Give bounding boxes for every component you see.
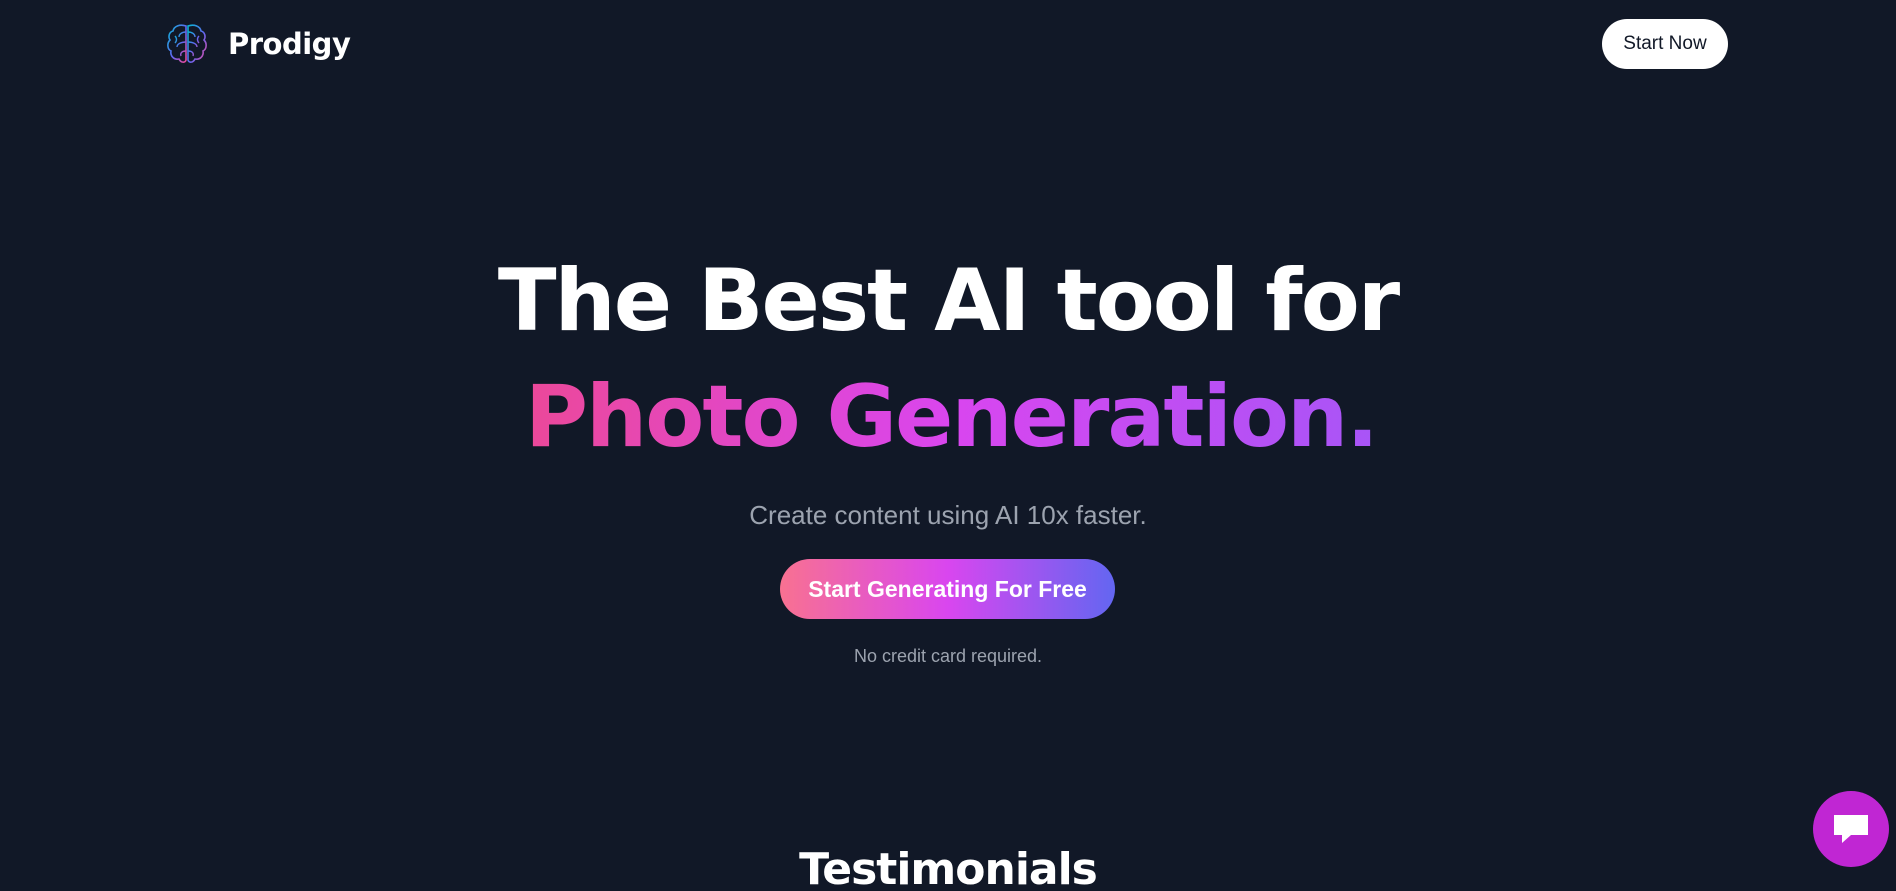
brand-logo-link[interactable]: Prodigy [166, 22, 351, 66]
landing-page: Prodigy Start Now The Best AI tool for P… [0, 0, 1896, 891]
testimonials-heading: Testimonials [799, 844, 1098, 891]
brain-icon [167, 24, 207, 63]
chat-widget-button[interactable] [1813, 791, 1889, 867]
hero-subtitle: Create content using AI 10x faster. [749, 500, 1147, 530]
hero-title-line2-container: Photo Generation. [525, 367, 1379, 467]
no-credit-card-note: No credit card required. [853, 646, 1043, 666]
brand-name: Prodigy [228, 26, 351, 61]
chat-icon [1834, 815, 1868, 843]
start-generating-button[interactable]: Start Generating For Free [780, 559, 1115, 619]
start-now-button[interactable]: Start Now [1602, 19, 1728, 69]
hero-title-line1: The Best AI tool for [497, 251, 1400, 351]
hero-title-line2: Photo Generation. [525, 367, 1379, 467]
